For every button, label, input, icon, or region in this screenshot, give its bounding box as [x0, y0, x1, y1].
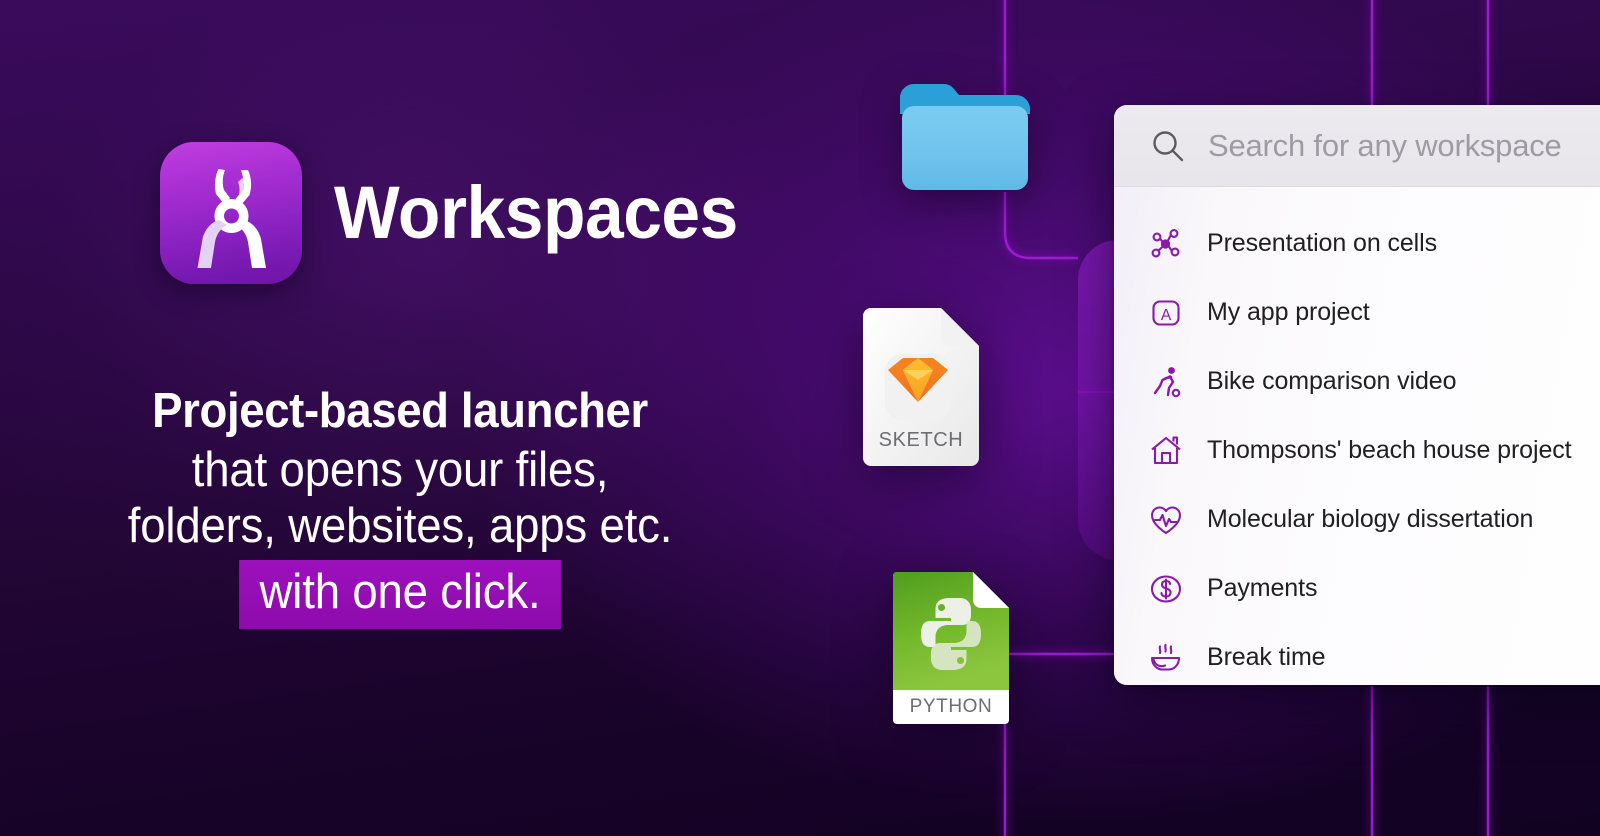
- letter-a-box-icon: A: [1148, 295, 1184, 331]
- list-item[interactable]: A My app project: [1114, 278, 1600, 347]
- running-person-icon: [1148, 364, 1184, 400]
- search-icon: [1153, 130, 1184, 161]
- folder-icon: [900, 84, 1030, 192]
- list-item-label: My app project: [1207, 298, 1370, 326]
- python-file-icon: PYTHON: [893, 572, 1009, 724]
- pliers-app-icon: [160, 142, 302, 284]
- dollar-circle-icon: [1148, 571, 1184, 607]
- page-title: Workspaces: [334, 171, 738, 254]
- tagline-line-3: folders, websites, apps etc.: [127, 498, 673, 553]
- tagline: Project-based launcher that opens your f…: [0, 384, 800, 629]
- tagline-line-4-wrapper: with one click.: [28, 559, 772, 629]
- sketch-file-label: SKETCH: [879, 429, 964, 451]
- workspace-search-panel: Presentation on cells A My app project: [1114, 105, 1600, 685]
- list-item[interactable]: Molecular biology dissertation: [1114, 485, 1600, 554]
- tagline-line-2: that opens your files,: [191, 442, 609, 497]
- search-input[interactable]: [1208, 127, 1600, 164]
- list-item-label: Molecular biology dissertation: [1207, 505, 1534, 533]
- list-item[interactable]: Break time: [1114, 623, 1600, 685]
- search-bar[interactable]: [1114, 105, 1600, 187]
- house-icon: [1148, 433, 1184, 469]
- list-item[interactable]: Presentation on cells: [1114, 209, 1600, 278]
- svg-text:A: A: [1161, 307, 1172, 324]
- list-item-label: Presentation on cells: [1207, 229, 1437, 257]
- heart-pulse-icon: [1148, 502, 1184, 538]
- tagline-highlight: with one click.: [239, 559, 561, 629]
- list-item-label: Thompsons' beach house project: [1207, 436, 1572, 464]
- promo-banner: Workspaces Project-based launcher that o…: [0, 0, 1600, 836]
- sketch-file-icon: SKETCH: [857, 308, 979, 466]
- list-item[interactable]: Bike comparison video: [1114, 347, 1600, 416]
- hero-copy-column: Workspaces Project-based launcher that o…: [0, 0, 800, 836]
- molecule-icon: [1148, 226, 1184, 262]
- list-item[interactable]: Thompsons' beach house project: [1114, 416, 1600, 485]
- list-item-label: Bike comparison video: [1207, 367, 1457, 395]
- list-item-label: Break time: [1207, 643, 1326, 671]
- tagline-line-1: Project-based launcher: [152, 384, 648, 438]
- brand-lockup: Workspaces: [160, 142, 764, 284]
- list-item[interactable]: Payments: [1114, 554, 1600, 623]
- workspace-list: Presentation on cells A My app project B…: [1114, 187, 1600, 685]
- list-item-label: Payments: [1207, 574, 1318, 602]
- python-file-label: PYTHON: [910, 696, 993, 717]
- hot-cup-icon: [1148, 640, 1184, 676]
